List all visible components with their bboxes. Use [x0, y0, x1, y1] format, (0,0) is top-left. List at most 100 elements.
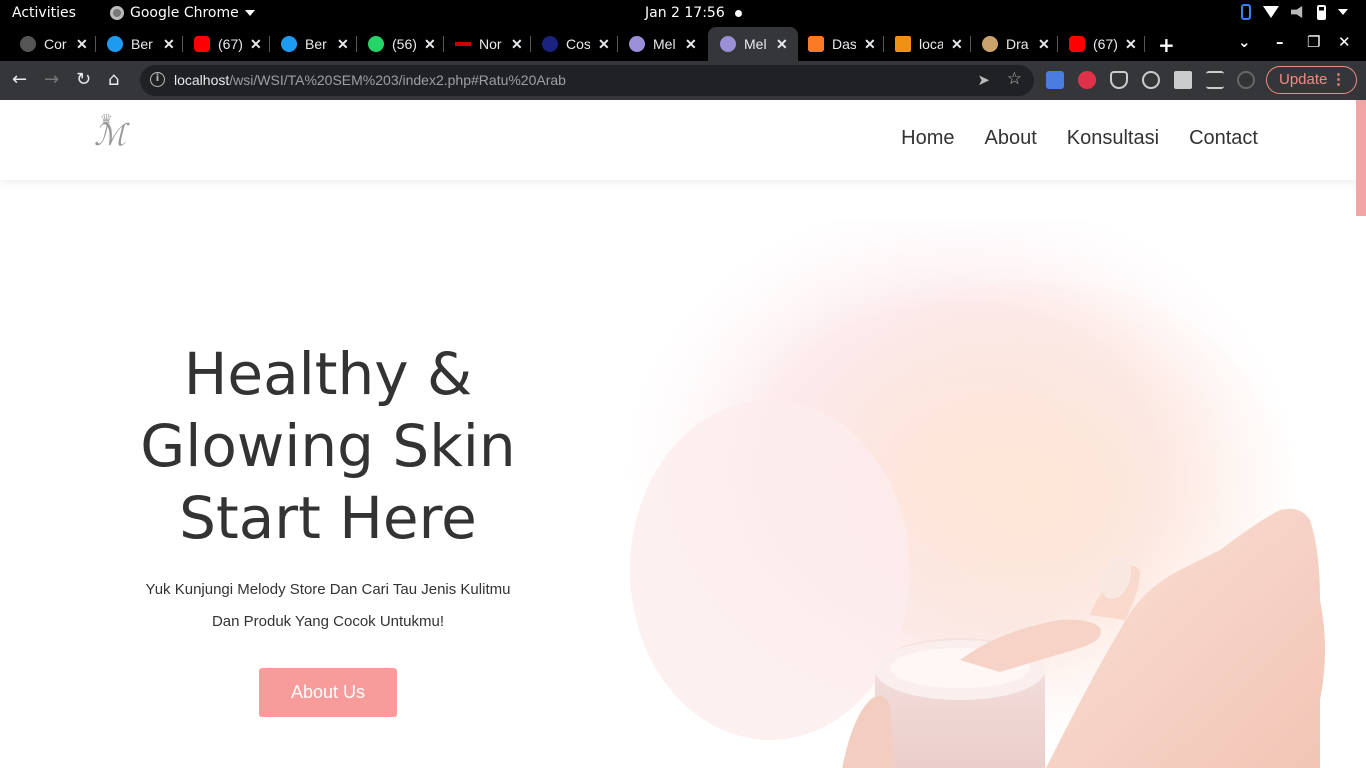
tab-melody-active[interactable]: Mel ✕ — [708, 27, 798, 61]
close-icon[interactable]: ✕ — [1125, 36, 1137, 53]
tab-xampp[interactable]: Das ✕ — [788, 27, 884, 61]
hero-title-line-2: Glowing Skin — [140, 412, 516, 480]
close-icon[interactable]: ✕ — [951, 36, 963, 53]
close-icon[interactable]: ✕ — [1038, 36, 1050, 53]
home-button[interactable]: ⌂ — [108, 69, 119, 90]
new-tab-button[interactable]: + — [1158, 33, 1175, 57]
tab-title: Cor — [44, 36, 67, 52]
bookmark-star-icon[interactable]: ☆ — [1007, 69, 1022, 89]
nav-home[interactable]: Home — [901, 127, 954, 150]
site-icon — [542, 36, 558, 52]
back-button[interactable]: ← — [12, 69, 27, 90]
react-devtools-icon[interactable] — [1142, 71, 1160, 89]
close-icon[interactable]: ✕ — [864, 36, 876, 53]
web-page: ♛ ℳ Home About Konsultasi Contact Health… — [0, 100, 1366, 768]
close-icon[interactable]: ✕ — [511, 36, 523, 53]
extensions-puzzle-icon[interactable] — [1174, 71, 1192, 89]
close-icon[interactable]: ✕ — [163, 36, 175, 53]
site-logo[interactable]: ♛ ℳ — [92, 112, 132, 154]
url-host: localhost — [174, 72, 230, 88]
close-icon[interactable]: ✕ — [685, 36, 697, 53]
tab-phpmyadmin[interactable]: loca ✕ — [875, 27, 971, 61]
shield-extension-icon[interactable] — [1110, 71, 1128, 89]
kebab-menu-icon[interactable]: ⋮ — [1331, 67, 1346, 93]
close-window-button[interactable]: ✕ — [1338, 33, 1351, 51]
tab-site-nor[interactable]: Nor ✕ — [435, 27, 531, 61]
hero-section: Healthy & Glowing Skin Start Here Yuk Ku… — [100, 338, 556, 717]
reload-button[interactable]: ↻ — [76, 69, 91, 90]
tab-title: Dra — [1006, 36, 1029, 52]
melody-icon — [629, 36, 645, 52]
site-icon — [982, 36, 998, 52]
tab-title: loca — [919, 36, 943, 52]
url-path: /wsi/WSI/TA%20SEM%203/index2.php#Ratu%20… — [229, 72, 566, 88]
close-icon[interactable]: ✕ — [250, 36, 262, 53]
hero-subtitle: Yuk Kunjungi Melody Store Dan Cari Tau J… — [100, 574, 556, 638]
tab-search-chevron-icon[interactable]: ⌄ — [1238, 33, 1251, 51]
tab-title: Mel — [744, 36, 767, 52]
minimize-button[interactable]: – — [1276, 33, 1284, 51]
tab-melody[interactable]: Mel ✕ — [609, 27, 705, 61]
nav-about[interactable]: About — [985, 127, 1037, 150]
about-us-button[interactable]: About Us — [259, 668, 397, 717]
media-queue-icon[interactable] — [1206, 71, 1224, 89]
tab-title: Das — [832, 36, 856, 52]
forward-button[interactable]: → — [44, 69, 59, 90]
tab-site-cos[interactable]: Cos ✕ — [522, 27, 618, 61]
close-icon[interactable]: ✕ — [424, 36, 436, 53]
app-menu[interactable]: Google Chrome — [110, 5, 255, 21]
tab-whatsapp[interactable]: (56) ✕ — [348, 27, 444, 61]
tab-twitter-2[interactable]: Ber ✕ — [261, 27, 357, 61]
app-name: Google Chrome — [130, 5, 239, 21]
profile-avatar[interactable] — [1237, 71, 1255, 89]
twitter-icon — [281, 36, 297, 52]
tab-title: Nor — [479, 36, 502, 52]
youtube-icon — [1069, 36, 1085, 52]
hero-title-line-1: Healthy & — [183, 340, 473, 408]
close-icon[interactable]: ✕ — [337, 36, 349, 53]
address-bar[interactable]: i localhost/wsi/WSI/TA%20SEM%203/index2.… — [140, 65, 1034, 96]
github-icon — [20, 36, 36, 52]
chevron-down-icon — [244, 10, 255, 16]
xampp-icon — [808, 36, 824, 52]
site-icon — [455, 42, 471, 46]
translate-extension-icon[interactable] — [1046, 71, 1064, 89]
url-text[interactable]: localhost/wsi/WSI/TA%20SEM%203/index2.ph… — [174, 72, 566, 88]
clock[interactable]: Jan 2 17:56 — [645, 5, 725, 21]
tab-youtube-2[interactable]: (67) ✕ — [1049, 27, 1145, 61]
tab-title: Cos — [566, 36, 590, 52]
adblock-extension-icon[interactable] — [1078, 71, 1096, 89]
send-tab-icon[interactable]: ➤ — [977, 71, 990, 89]
tab-title: Ber — [131, 36, 153, 52]
twitter-icon — [107, 36, 123, 52]
tab-github[interactable]: Cor ✕ — [0, 27, 96, 61]
tab-twitter[interactable]: Ber ✕ — [87, 27, 183, 61]
close-icon[interactable]: ✕ — [76, 36, 88, 53]
nav-contact[interactable]: Contact — [1189, 127, 1258, 150]
maximize-button[interactable]: ❐ — [1307, 33, 1320, 51]
volume-icon — [1291, 6, 1303, 18]
bluetooth-icon — [1241, 4, 1251, 20]
update-button[interactable]: Update ⋮ — [1266, 66, 1357, 94]
melody-icon — [720, 36, 736, 52]
youtube-icon — [194, 36, 210, 52]
close-icon[interactable]: ✕ — [598, 36, 610, 53]
tab-strip: Cor ✕ Ber ✕ (67) ✕ Ber ✕ (56) ✕ Nor ✕ Co… — [0, 27, 1366, 61]
info-icon[interactable]: i — [150, 72, 165, 87]
hero-title-line-3: Start Here — [179, 484, 477, 552]
phpmyadmin-icon — [895, 36, 911, 52]
tab-site-dra[interactable]: Dra ✕ — [962, 27, 1058, 61]
tab-youtube[interactable]: (67) ✕ — [174, 27, 270, 61]
scrollbar-thumb[interactable] — [1356, 100, 1366, 216]
tab-title: (67) — [218, 36, 242, 52]
tab-title: Ber — [305, 36, 327, 52]
nav-konsultasi[interactable]: Konsultasi — [1067, 127, 1159, 150]
system-tray[interactable] — [1241, 4, 1348, 20]
whatsapp-icon — [368, 36, 384, 52]
browser-toolbar: ← → ↻ ⌂ i localhost/wsi/WSI/TA%20SEM%203… — [0, 61, 1366, 100]
hero-skincare-image — [630, 220, 1325, 768]
close-icon[interactable]: ✕ — [776, 36, 788, 53]
update-label: Update — [1279, 71, 1328, 88]
activities-button[interactable]: Activities — [12, 5, 76, 21]
wifi-icon — [1263, 6, 1279, 18]
